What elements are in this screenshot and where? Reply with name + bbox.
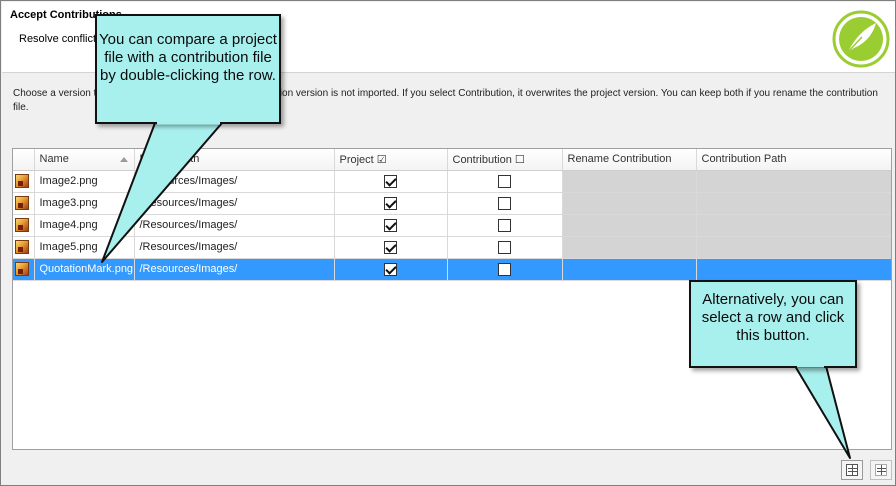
row-name: QuotationMark.png <box>34 258 135 281</box>
project-checkbox[interactable] <box>384 240 397 254</box>
dialog-subtitle: Resolve conflicts <box>19 33 102 45</box>
table-row[interactable]: Image5.png/Resources/Images/ <box>13 236 891 259</box>
row-project-path: /Resources/Images/ <box>134 214 335 237</box>
project-checkbox[interactable] <box>384 196 397 210</box>
row-contribution-path <box>696 214 891 237</box>
row-icon-cell <box>13 214 35 237</box>
row-project-path: /Resources/Images/ <box>134 192 335 215</box>
image-file-icon <box>15 262 29 276</box>
table-row[interactable]: Image4.png/Resources/Images/ <box>13 214 891 237</box>
contribution-checkbox[interactable] <box>498 174 511 188</box>
row-icon-cell <box>13 236 35 259</box>
feather-logo-icon <box>832 10 890 68</box>
project-checkbox[interactable] <box>384 174 397 188</box>
row-project-cell <box>334 214 448 237</box>
callout-compare-row: You can compare a project file with a co… <box>95 14 281 124</box>
row-icon-cell <box>13 170 35 193</box>
row-icon-cell <box>13 192 35 215</box>
row-project-cell <box>334 170 448 193</box>
row-name: Image5.png <box>34 236 135 259</box>
column-header-contribution[interactable]: Contribution ☐ <box>447 149 563 171</box>
column-header-label: Name <box>39 153 69 166</box>
sort-ascending-icon <box>119 157 128 162</box>
row-name: Image2.png <box>34 170 135 193</box>
table-header-row: Name Project Path Project ☑ Contribution… <box>13 149 891 171</box>
row-project-cell <box>334 258 448 281</box>
row-contribution-path <box>696 170 891 193</box>
row-contribution-cell <box>447 258 563 281</box>
row-name: Image3.png <box>34 192 135 215</box>
contribution-checkbox[interactable] <box>498 196 511 210</box>
column-header-rename-contribution[interactable]: Rename Contribution <box>562 149 697 171</box>
column-header-label: Contribution ☐ <box>452 153 525 166</box>
row-contribution-cell <box>447 170 563 193</box>
contribution-checkbox[interactable] <box>498 240 511 254</box>
row-contribution-cell <box>447 214 563 237</box>
row-contribution-path <box>696 192 891 215</box>
row-project-cell <box>334 236 448 259</box>
column-header-label: Rename Contribution <box>567 153 672 166</box>
compare-files-alt-button[interactable] <box>870 460 892 480</box>
row-rename-contribution <box>562 258 697 281</box>
contribution-checkbox[interactable] <box>498 218 511 232</box>
column-header-label: Contribution Path <box>701 153 787 166</box>
row-project-cell <box>334 192 448 215</box>
compare-files-icon <box>846 464 858 476</box>
image-file-icon <box>15 196 29 210</box>
row-contribution-cell <box>447 192 563 215</box>
table-row[interactable]: QuotationMark.png/Resources/Images/ <box>13 258 891 281</box>
table-row[interactable]: Image3.png/Resources/Images/ <box>13 192 891 215</box>
project-checkbox[interactable] <box>384 262 397 276</box>
column-header-label: Project ☑ <box>339 153 387 166</box>
row-rename-contribution <box>562 236 697 259</box>
row-project-path: /Resources/Images/ <box>134 170 335 193</box>
callout-compare-button: Alternatively, you can select a row and … <box>689 280 857 368</box>
row-contribution-path <box>696 236 891 259</box>
column-header-name[interactable]: Name <box>34 149 135 171</box>
row-contribution-cell <box>447 236 563 259</box>
row-name: Image4.png <box>34 214 135 237</box>
compare-files-alt-icon <box>875 464 887 476</box>
compare-files-button[interactable] <box>841 460 863 480</box>
column-header-project[interactable]: Project ☑ <box>334 149 448 171</box>
column-header-project-path[interactable]: Project Path <box>134 149 335 171</box>
table-row[interactable]: Image2.png/Resources/Images/ <box>13 170 891 193</box>
row-icon-cell <box>13 258 35 281</box>
contribution-checkbox[interactable] <box>498 262 511 276</box>
column-header-icon <box>13 149 35 171</box>
row-rename-contribution <box>562 192 697 215</box>
column-header-contribution-path[interactable]: Contribution Path <box>696 149 891 171</box>
image-file-icon <box>15 240 29 254</box>
image-file-icon <box>15 218 29 232</box>
image-file-icon <box>15 174 29 188</box>
column-header-label: Project Path <box>139 153 200 166</box>
project-checkbox[interactable] <box>384 218 397 232</box>
conflicts-table: Name Project Path Project ☑ Contribution… <box>13 149 891 281</box>
row-rename-contribution <box>562 214 697 237</box>
row-project-path: /Resources/Images/ <box>134 258 335 281</box>
row-project-path: /Resources/Images/ <box>134 236 335 259</box>
row-rename-contribution <box>562 170 697 193</box>
row-contribution-path <box>696 258 891 281</box>
